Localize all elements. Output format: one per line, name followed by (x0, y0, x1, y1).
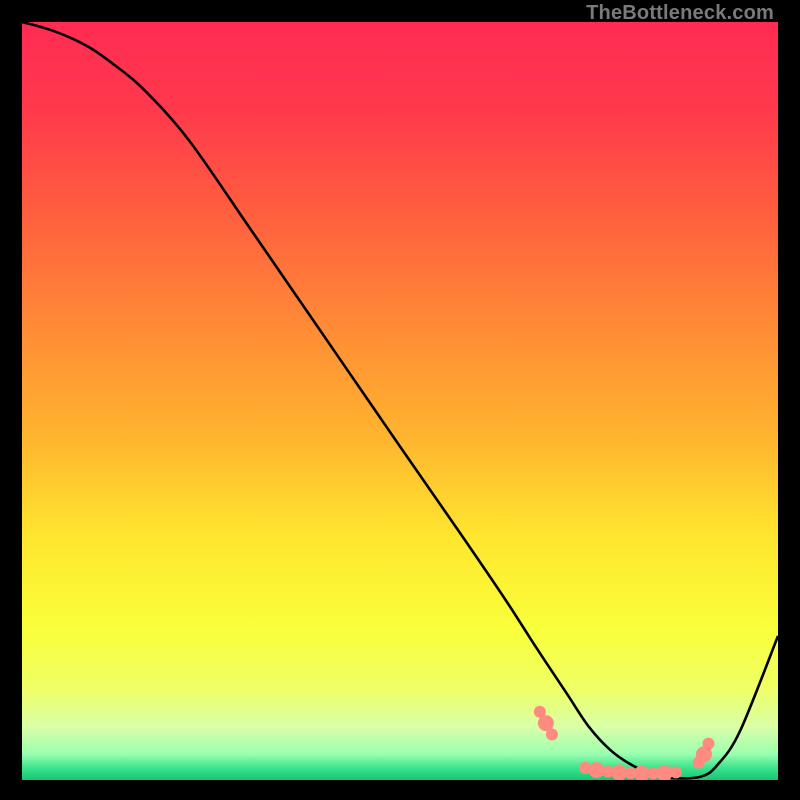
plot-area (22, 22, 778, 780)
gradient-bg (22, 22, 778, 780)
chart-frame: TheBottleneck.com (0, 0, 800, 800)
marker-dot (702, 738, 714, 750)
chart-svg (22, 22, 778, 780)
marker-dot (670, 766, 682, 778)
watermark-text: TheBottleneck.com (586, 2, 774, 25)
marker-dot (546, 729, 558, 741)
